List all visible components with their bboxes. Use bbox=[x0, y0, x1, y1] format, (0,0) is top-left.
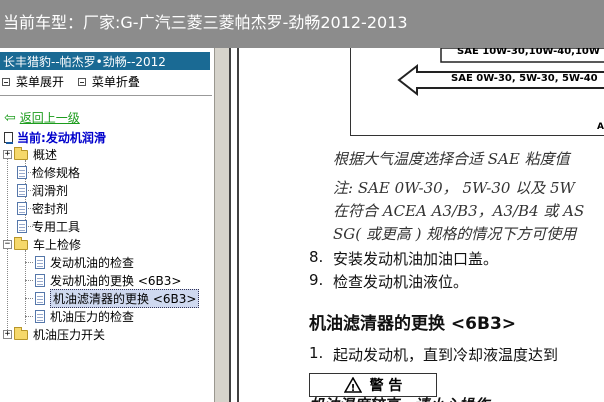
oil-viscosity-arrows bbox=[397, 48, 604, 97]
back-link[interactable]: ⇦ 返回上一级 bbox=[4, 109, 80, 126]
document-frame-border bbox=[229, 48, 239, 402]
sidebar-header: 长丰猎豹--帕杰罗•劲畅--2012 bbox=[0, 52, 210, 70]
document-icon bbox=[17, 202, 27, 215]
expand-toggle-icon[interactable]: + bbox=[3, 330, 12, 339]
tree-item-oil-check[interactable]: 发动机油的检查 bbox=[35, 254, 134, 271]
tree-connector bbox=[25, 316, 33, 317]
expand-all-label: 菜单展开 bbox=[16, 75, 65, 89]
tree-item-label: 检修规格 bbox=[32, 166, 81, 180]
collapse-icon bbox=[77, 77, 86, 86]
doc-note-sg: SG( 或更高 ) 规格的情况下方可使用 bbox=[333, 225, 577, 243]
tree-item-label-selected: 机油滤清器的更换 <6B3> bbox=[50, 289, 200, 308]
sidebar-toolbar: 菜单展开 菜单折叠 bbox=[2, 73, 150, 90]
document-icon bbox=[17, 184, 27, 197]
expand-all-button[interactable]: 菜单展开 bbox=[2, 73, 64, 90]
tree-item-label: 润滑剂 bbox=[32, 184, 69, 198]
doc-note-acea: 在符合 ACEA A3/B3，A3/B4 或 AS bbox=[333, 202, 585, 220]
sidebar-header-label: 长丰猎豹--帕杰罗•劲畅--2012 bbox=[3, 55, 166, 69]
tree-item-label: 机油压力开关 bbox=[33, 328, 106, 342]
expand-toggle-icon[interactable]: + bbox=[3, 150, 12, 159]
doc-note-viscosity: 根据大气温度选择合适 SAE 粘度值 bbox=[333, 150, 570, 168]
warning-label: 警 告 bbox=[369, 378, 403, 394]
tree-item-label: 概述 bbox=[33, 148, 58, 162]
step-text: 检查发动机油液位。 bbox=[333, 273, 469, 291]
pane-splitter[interactable] bbox=[214, 48, 229, 402]
document-icon bbox=[35, 292, 45, 305]
tree-item-label: 发动机油的检查 bbox=[50, 256, 135, 270]
warning-text: 机油温度较高，请小心操作 bbox=[309, 394, 489, 402]
oil-grade-label-2: SAE 0W-30, 5W-30, 5W-40 bbox=[451, 73, 598, 84]
current-section: 当前: 发动机润滑 bbox=[4, 129, 106, 146]
back-link-label: 返回上一级 bbox=[19, 111, 80, 125]
book-icon bbox=[4, 132, 13, 144]
tree-item-oil-pressure-check[interactable]: 机油压力的检查 bbox=[35, 308, 134, 325]
folder-icon bbox=[14, 146, 28, 160]
tree-connector bbox=[25, 262, 33, 263]
collapse-all-button[interactable]: 菜单折叠 bbox=[77, 73, 140, 90]
diagram-corner-label: A bbox=[597, 122, 604, 132]
document-icon bbox=[35, 310, 45, 323]
tree-item-oil-filter-change[interactable]: 机油滤清器的更换 <6B3> bbox=[35, 289, 200, 308]
oil-grade-label-1: SAE 10W-30,10W-40,10W bbox=[457, 48, 600, 57]
window-title-bar: 当前车型：厂家:G-广汽三菱三菱帕杰罗-劲畅2012-2013 bbox=[0, 0, 604, 48]
step-number: 9. bbox=[309, 271, 324, 289]
warning-symbol: ! bbox=[350, 383, 355, 393]
step-number: 1. bbox=[309, 344, 324, 362]
tree-item-label: 发动机油的更换 <6B3> bbox=[50, 274, 182, 288]
tree-item-lubricant[interactable]: 润滑剂 bbox=[17, 182, 68, 199]
tree-item-specs[interactable]: 检修规格 bbox=[17, 164, 80, 181]
tree-item-label: 机油压力的检查 bbox=[50, 310, 135, 324]
document-icon bbox=[35, 274, 45, 287]
warning-triangle-icon: ! bbox=[343, 377, 362, 393]
tree-item-label: 专用工具 bbox=[32, 220, 81, 234]
step-number: 8. bbox=[309, 248, 324, 266]
document-icon bbox=[17, 220, 27, 233]
collapse-toggle-icon[interactable]: − bbox=[3, 240, 12, 249]
section-heading: 机油滤清器的更换 <6B3> bbox=[309, 314, 517, 334]
tree-item-sealant[interactable]: 密封剂 bbox=[17, 200, 68, 217]
collapse-all-label: 菜单折叠 bbox=[91, 75, 140, 89]
tree-item-oil-pressure-switch[interactable]: + 机油压力开关 bbox=[3, 326, 105, 343]
oil-viscosity-diagram: SAE 10W-30,10W-40,10W SAE 0W-30, 5W-30, … bbox=[350, 48, 604, 136]
tree-connector bbox=[25, 280, 33, 281]
current-section-name: 发动机润滑 bbox=[45, 131, 106, 145]
sidebar-divider bbox=[0, 95, 212, 96]
tree-item-oil-change[interactable]: 发动机油的更换 <6B3> bbox=[35, 272, 181, 289]
expand-icon bbox=[2, 77, 10, 86]
tree-connector bbox=[25, 298, 33, 299]
document-icon bbox=[17, 166, 27, 179]
document-pane: SAE 10W-30,10W-40,10W SAE 0W-30, 5W-30, … bbox=[239, 48, 604, 402]
step-text: 起动发动机，直到冷却液温度达到 bbox=[333, 346, 559, 364]
tree-item-label: 密封剂 bbox=[32, 202, 69, 216]
tree-item-label: 车上检修 bbox=[33, 238, 82, 252]
tree-item-on-vehicle-service[interactable]: − 车上检修 bbox=[3, 236, 81, 253]
tree-item-overview[interactable]: + 概述 bbox=[3, 146, 57, 163]
folder-open-icon bbox=[14, 236, 28, 250]
step-text: 安装发动机油加油口盖。 bbox=[333, 250, 499, 268]
doc-note-sae-grades: 注: SAE 0W-30， 5W-30 以及 5W bbox=[333, 179, 575, 197]
current-prefix: 当前: bbox=[17, 131, 46, 145]
folder-icon bbox=[14, 326, 28, 340]
window-title: 当前车型：厂家:G-广汽三菱三菱帕杰罗-劲畅2012-2013 bbox=[3, 13, 408, 32]
tree-item-special-tools[interactable]: 专用工具 bbox=[17, 218, 80, 235]
sidebar-tree-pane: 长丰猎豹--帕杰罗•劲畅--2012 菜单展开 菜单折叠 ⇦ 返回上一级 当前:… bbox=[0, 48, 214, 402]
document-icon bbox=[35, 256, 45, 269]
back-arrow-icon: ⇦ bbox=[4, 109, 16, 126]
